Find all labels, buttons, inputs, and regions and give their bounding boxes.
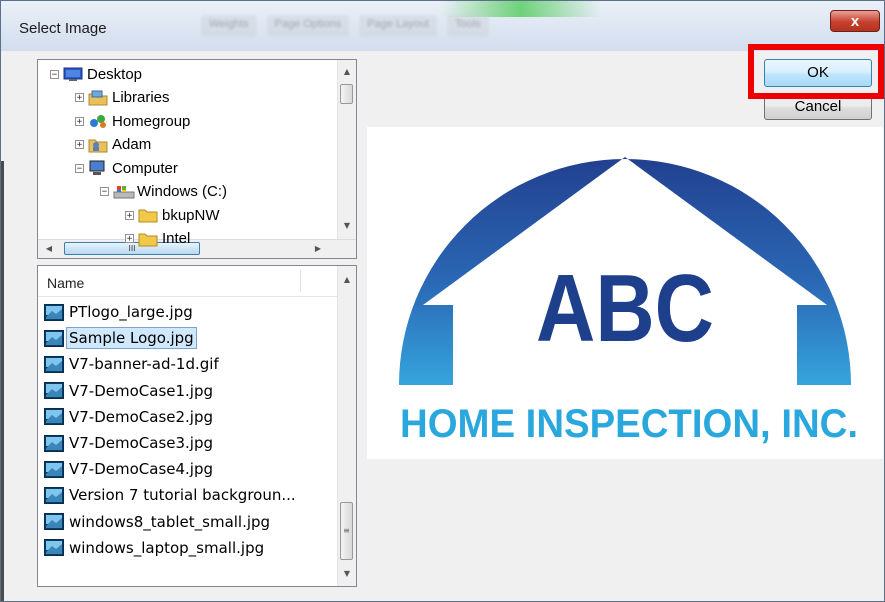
tree-item[interactable]: + Intel [125,228,190,250]
ok-highlight-annotation [748,44,884,99]
collapse-icon[interactable]: − [100,187,109,197]
close-icon: x [850,13,860,30]
file-list-item[interactable]: V7-DemoCase2.jpg [44,406,216,428]
image-file-icon [44,539,64,557]
background-tab: Tools [446,15,489,37]
folder-tree[interactable]: ▲ ▼ ◀ III ▶ − Desktop + Libraries + Homegroup… [37,59,357,259]
image-preview: ABC HOME INSPECTION, INC. [367,127,883,459]
folder-icon [138,231,158,247]
tree-item-label: Windows (C:) [137,183,228,200]
image-file-icon [44,382,64,400]
expand-icon[interactable]: + [75,116,84,126]
file-name: V7-DemoCase1.jpg [69,381,214,400]
file-name: V7-DemoCase3.jpg [69,434,214,452]
tree-item-label: Libraries [112,89,170,106]
libraries-icon [88,90,108,106]
image-file-icon [44,434,64,452]
image-file-icon [44,513,64,531]
tree-item[interactable]: + Libraries [75,87,170,109]
tree-item[interactable]: − Desktop [50,63,142,85]
scroll-up-arrow-icon[interactable]: ▲ [339,272,355,288]
abc-logo-image: ABC HOME INSPECTION, INC. [367,157,883,459]
scroll-down-arrow-icon[interactable]: ▼ [339,218,355,234]
file-name: V7-DemoCase4.jpg [69,460,214,479]
tree-item-label: Intel [162,230,191,247]
background-tab: Page Options [266,15,350,37]
background-window-tabs: Weights Page Options Page Layout Tools [201,15,521,37]
scroll-down-arrow-icon[interactable]: ▼ [339,566,355,582]
expand-icon[interactable]: + [125,234,134,244]
expand-icon[interactable]: + [125,210,134,220]
file-list-item[interactable]: V7-DemoCase3.jpg [44,432,216,454]
image-file-icon [44,486,64,504]
desktop-icon [63,66,83,82]
tree-item[interactable]: + Homegroup [75,110,190,132]
file-list-vertical-scrollbar[interactable]: ▲ ≡ ▼ [337,266,356,586]
tree-item-label: Adam [112,136,152,153]
file-list-item[interactable]: windows8_tablet_small.jpg [44,511,273,533]
logo-text: ABC [536,255,714,362]
image-file-icon [44,329,64,347]
file-list-item[interactable]: Sample Logo.jpg [44,327,197,350]
select-image-dialog: Weights Page Options Page Layout Tools S… [0,0,885,602]
file-name: Sample Logo.jpg [66,327,197,350]
user-folder-icon [88,137,108,153]
logo-subtext: HOME INSPECTION, INC. [400,402,858,446]
collapse-icon[interactable]: − [50,69,59,79]
file-list-item[interactable]: Version 7 tutorial backgroun... [44,484,299,506]
tree-item-label: Homegroup [112,112,191,130]
tree-item[interactable]: + Adam [75,134,151,156]
background-tab: Weights [201,15,257,37]
file-list-item[interactable]: PTlogo_large.jpg [44,301,196,323]
column-divider[interactable] [300,270,301,292]
file-name: windows_laptop_small.jpg [69,538,265,557]
image-file-icon [44,303,64,321]
tree-vertical-scrollbar[interactable]: ▲ ▼ [337,60,356,242]
tree-horizontal-scrollbar[interactable]: ◀ III ▶ [38,239,356,258]
file-name: windows8_tablet_small.jpg [69,512,271,531]
close-button[interactable]: x [830,10,880,32]
scroll-right-arrow-icon[interactable]: ▶ [310,241,326,257]
image-file-icon [44,408,64,426]
tree-item[interactable]: − Windows (C:) [100,181,227,203]
background-tab: Page Layout [359,15,437,37]
tree-item[interactable]: + bkupNW [125,204,220,226]
file-list-item[interactable]: V7-DemoCase1.jpg [44,380,216,402]
computer-icon [88,160,106,176]
file-name: Version 7 tutorial backgroun... [69,486,296,505]
tree-item-label: Computer [112,159,178,177]
file-list-scroll-thumb[interactable]: ≡ [340,502,353,560]
window-edge-shadow [1,161,4,601]
file-list[interactable]: Name ▲ ≡ ▼ PTlogo_large.jpg Sample Logo.j… [37,265,357,587]
collapse-icon[interactable]: − [75,163,84,173]
tree-item-label: bkupNW [162,206,220,224]
image-file-icon [44,460,64,478]
dialog-title: Select Image [19,20,107,37]
file-name: V7-DemoCase2.jpg [69,407,214,426]
file-list-item[interactable]: V7-DemoCase4.jpg [44,458,216,480]
file-list-header[interactable]: Name [38,266,338,297]
tree-item-label: Desktop [87,65,143,83]
tree-item[interactable]: − Computer [75,157,178,179]
file-name: PTlogo_large.jpg [69,303,193,321]
scroll-up-arrow-icon[interactable]: ▲ [339,64,355,80]
file-name: V7-banner-ad-1d.gif [69,355,219,374]
folder-icon [138,207,158,223]
tree-scroll-thumb[interactable] [340,84,353,104]
drive-icon [113,184,135,200]
file-list-item[interactable]: V7-banner-ad-1d.gif [44,353,222,375]
file-list-item[interactable]: windows_laptop_small.jpg [44,537,267,559]
scroll-left-arrow-icon[interactable]: ◀ [41,241,57,257]
homegroup-icon [88,113,106,129]
image-file-icon [44,355,64,373]
expand-icon[interactable]: + [75,140,84,150]
expand-icon[interactable]: + [75,93,84,103]
column-header-name[interactable]: Name [47,275,84,291]
